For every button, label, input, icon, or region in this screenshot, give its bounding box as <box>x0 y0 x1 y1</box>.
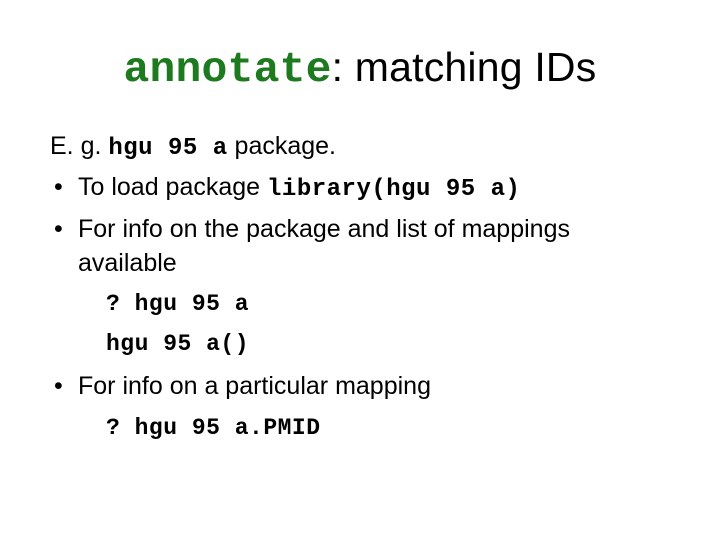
sub-code: ? hgu 95 a.PMID <box>106 415 321 441</box>
sub-code: hgu 95 a() <box>106 331 249 357</box>
sub-list: ? hgu 95 a.PMID <box>50 410 670 444</box>
intro-line: E. g. hgu 95 a package. <box>50 130 670 165</box>
slide: annotate: matching IDs E. g. hgu 95 a pa… <box>0 0 720 540</box>
sub-item: hgu 95 a() <box>106 326 670 360</box>
list-item: To load package library(hgu 95 a) <box>50 171 670 206</box>
sub-code: ? hgu 95 a <box>106 291 249 317</box>
bullet-text: To load package <box>78 173 267 201</box>
bullet-code: library(hgu 95 a) <box>267 176 520 203</box>
sub-item: ? hgu 95 a <box>106 286 670 320</box>
list-item: For info on the package and list of mapp… <box>50 213 670 281</box>
list-item: For info on a particular mapping <box>50 370 670 404</box>
slide-title: annotate: matching IDs <box>50 44 670 94</box>
sub-list: ? hgu 95 a hgu 95 a() <box>50 286 670 360</box>
sub-item: ? hgu 95 a.PMID <box>106 410 670 444</box>
bullet-list: For info on a particular mapping <box>50 370 670 404</box>
slide-body: E. g. hgu 95 a package. To load package … <box>50 130 670 444</box>
title-code: annotate <box>124 45 332 94</box>
bullet-text: For info on the package and list of mapp… <box>78 215 570 277</box>
title-rest: : matching IDs <box>332 44 597 90</box>
bullet-text: For info on a particular mapping <box>78 372 431 400</box>
intro-code: hgu 95 a <box>108 135 227 162</box>
bullet-list: To load package library(hgu 95 a) For in… <box>50 171 670 280</box>
intro-prefix: E. g. <box>50 132 108 160</box>
intro-suffix: package. <box>228 132 336 160</box>
